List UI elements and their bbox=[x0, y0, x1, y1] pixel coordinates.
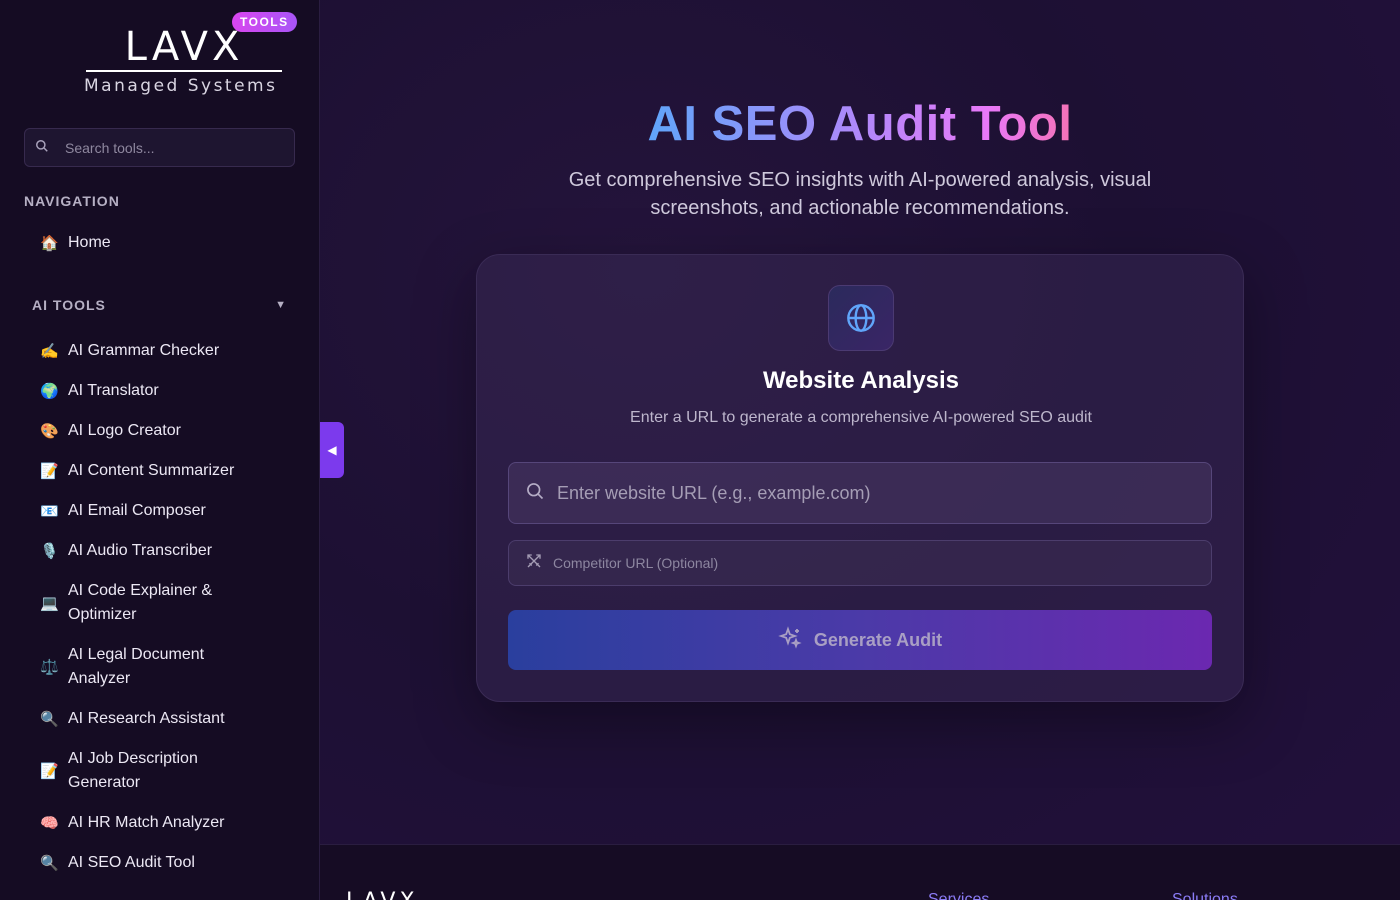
sidebar-item-job-description[interactable]: 📝 AI Job Description Generator bbox=[24, 739, 295, 803]
palette-icon: 🎨 bbox=[40, 422, 59, 440]
card-title: Website Analysis bbox=[762, 367, 960, 394]
footer-link-solutions[interactable]: Solutions bbox=[1172, 891, 1238, 900]
brand-logo[interactable]: LAVX Managed Systems TOOLS bbox=[24, 0, 297, 110]
generate-audit-button[interactable]: Generate Audit bbox=[508, 610, 1212, 670]
sidebar-item-label: AI Research Assistant bbox=[68, 710, 225, 727]
sidebar-item-label: AI Legal Document Analyzer bbox=[68, 646, 205, 687]
logo-subtitle: Managed Systems bbox=[84, 76, 278, 96]
crossed-swords-icon bbox=[525, 552, 543, 575]
ai-tools-section-title: AI TOOLS bbox=[32, 297, 106, 313]
writing-hand-icon: ✍️ bbox=[40, 342, 59, 360]
chevron-down-icon: ▼ bbox=[275, 299, 287, 311]
page-title-text: AI SEO Audit Tool bbox=[647, 97, 1073, 151]
generate-audit-label: Generate Audit bbox=[813, 629, 943, 650]
sidebar-item-code-explainer[interactable]: 💻 AI Code Explainer & Optimizer bbox=[24, 571, 295, 635]
sidebar-item-audio-transcriber[interactable]: 🎙️ AI Audio Transcriber bbox=[24, 531, 295, 571]
page-subtitle: Get comprehensive SEO insights with AI-p… bbox=[568, 169, 1152, 219]
sidebar: LAVX Managed Systems TOOLS NAVIGATION 🏠 … bbox=[0, 0, 320, 900]
globe-icon bbox=[828, 285, 894, 351]
email-icon: 📧 bbox=[40, 502, 59, 520]
tools-badge: TOOLS bbox=[232, 12, 297, 32]
main-content: AI SEO Audit Tool Get comprehensive SEO … bbox=[320, 0, 1400, 900]
card-description: Enter a URL to generate a comprehensive … bbox=[630, 409, 1092, 426]
sidebar-item-label: Home bbox=[68, 234, 111, 251]
sidebar-item-content-summarizer[interactable]: 📝 AI Content Summarizer bbox=[24, 451, 295, 491]
website-analysis-card: Website Analysis Enter a URL to generate… bbox=[476, 254, 1244, 702]
brain-icon: 🧠 bbox=[40, 814, 59, 832]
search-input[interactable] bbox=[65, 139, 275, 156]
sidebar-item-label: AI HR Match Analyzer bbox=[68, 814, 225, 831]
chevron-left-icon: ◀ bbox=[327, 443, 337, 457]
ai-tools-toggle[interactable]: AI TOOLS ▼ bbox=[24, 293, 295, 317]
ai-tools-list: ✍️ AI Grammar Checker 🌍 AI Translator 🎨 … bbox=[24, 331, 295, 883]
sidebar-item-label: AI Audio Transcriber bbox=[68, 542, 213, 559]
magnifier-icon: 🔍 bbox=[40, 854, 59, 872]
sidebar-item-grammar-checker[interactable]: ✍️ AI Grammar Checker bbox=[24, 331, 295, 371]
sidebar-item-logo-creator[interactable]: 🎨 AI Logo Creator bbox=[24, 411, 295, 451]
scales-icon: ⚖️ bbox=[40, 658, 59, 676]
sidebar-item-label: AI Content Summarizer bbox=[68, 462, 235, 479]
memo-icon: 📝 bbox=[40, 462, 59, 480]
sidebar-item-label: AI Translator bbox=[68, 382, 159, 399]
sidebar-item-research-assistant[interactable]: 🔍 AI Research Assistant bbox=[24, 699, 295, 739]
navigation-section-title: NAVIGATION bbox=[24, 193, 120, 209]
sidebar-item-label: AI Logo Creator bbox=[68, 422, 181, 439]
globe-icon: 🌍 bbox=[40, 382, 59, 400]
logo-underline bbox=[86, 70, 282, 72]
website-url-input[interactable] bbox=[557, 482, 1177, 504]
sidebar-search[interactable] bbox=[24, 128, 295, 167]
page-footer: LAVX Services Solutions bbox=[320, 844, 1400, 900]
competitor-input-wrapper[interactable] bbox=[508, 540, 1212, 586]
sidebar-collapse-button[interactable]: ◀ bbox=[320, 422, 344, 478]
home-icon: 🏠 bbox=[40, 234, 59, 252]
app-root: LAVX Managed Systems TOOLS NAVIGATION 🏠 … bbox=[0, 0, 1400, 900]
memo-icon: 📝 bbox=[40, 762, 59, 780]
footer-logo[interactable]: LAVX bbox=[346, 889, 419, 900]
sidebar-item-email-composer[interactable]: 📧 AI Email Composer bbox=[24, 491, 295, 531]
magnifier-icon: 🔍 bbox=[40, 710, 59, 728]
search-icon bbox=[35, 139, 65, 156]
page-title: AI SEO Audit Tool bbox=[320, 96, 1400, 152]
sidebar-item-label: AI Email Composer bbox=[68, 502, 206, 519]
sidebar-item-seo-audit[interactable]: 🔍 AI SEO Audit Tool bbox=[24, 843, 295, 883]
sidebar-item-hr-match[interactable]: 🧠 AI HR Match Analyzer bbox=[24, 803, 295, 843]
laptop-icon: 💻 bbox=[40, 594, 59, 612]
sidebar-item-legal-analyzer[interactable]: ⚖️ AI Legal Document Analyzer bbox=[24, 635, 295, 699]
footer-link-services[interactable]: Services bbox=[928, 891, 989, 900]
sparkles-icon bbox=[778, 625, 802, 655]
sidebar-item-home[interactable]: 🏠 Home bbox=[24, 225, 295, 261]
microphone-icon: 🎙️ bbox=[40, 542, 59, 560]
url-input-wrapper[interactable] bbox=[508, 462, 1212, 524]
sidebar-item-label: AI SEO Audit Tool bbox=[68, 854, 195, 871]
sidebar-item-label: AI Grammar Checker bbox=[68, 342, 220, 359]
sidebar-item-translator[interactable]: 🌍 AI Translator bbox=[24, 371, 295, 411]
search-icon bbox=[525, 481, 545, 506]
sidebar-item-label: AI Code Explainer & Optimizer bbox=[68, 582, 213, 623]
sidebar-item-label: AI Job Description Generator bbox=[68, 750, 198, 791]
competitor-url-input[interactable] bbox=[553, 555, 1173, 571]
